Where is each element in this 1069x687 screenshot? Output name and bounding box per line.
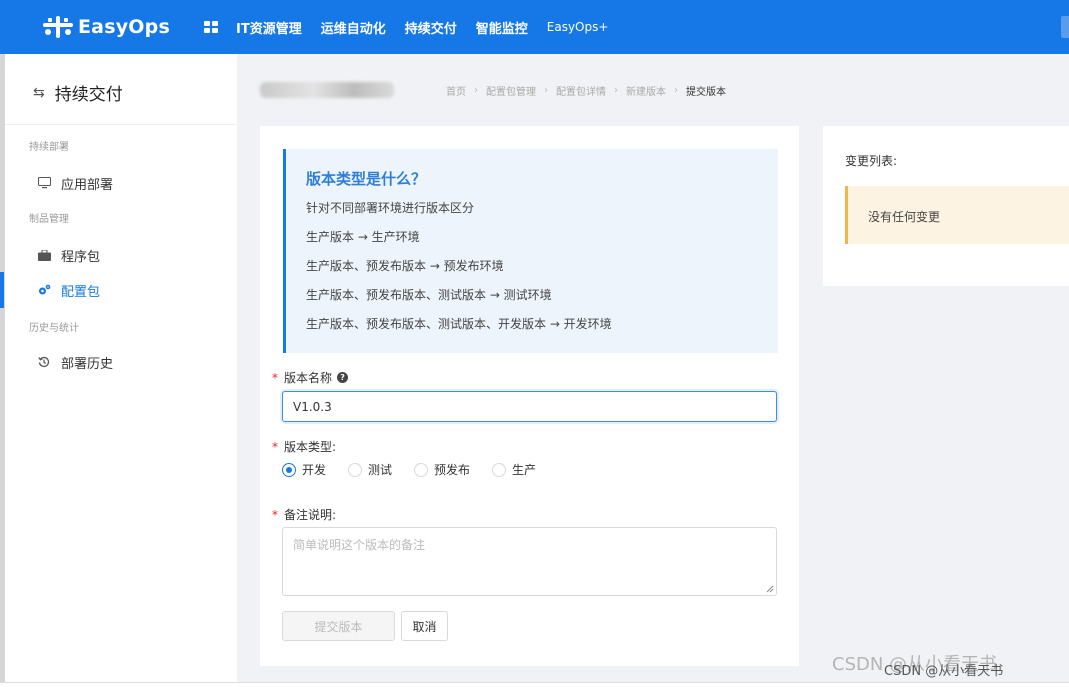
breadcrumb-separator: › — [474, 85, 478, 96]
switch-icon: ⇆ — [33, 84, 45, 101]
submit-version-button[interactable]: 提交版本 — [282, 611, 395, 641]
sidebar-item-app-deploy[interactable]: 应用部署 — [5, 165, 237, 201]
top-right-handle[interactable] — [1061, 16, 1069, 38]
version-name-label: * 版本名称 ? — [272, 369, 349, 386]
version-type-info-box: 版本类型是什么？ 针对不同部署环境进行版本区分 生产版本 → 生产环境 生产版本… — [283, 149, 778, 353]
info-line: 生产版本、预发布版本、测试版本、开发版本 → 开发环境 — [306, 317, 612, 331]
radio-label: 测试 — [368, 463, 393, 477]
logo[interactable]: EasyOps — [40, 14, 170, 40]
sidebar-item-label: 应用部署 — [61, 177, 114, 193]
required-mark: * — [272, 507, 278, 522]
sidebar-group-artifacts: 制品管理 — [29, 214, 69, 225]
sidebar-title: 持续交付 — [54, 85, 123, 105]
sidebar-item-deploy-history[interactable]: 部署历史 — [5, 344, 237, 380]
version-name-input[interactable] — [282, 391, 777, 422]
sidebar-item-config-package[interactable]: 配置包 — [0, 272, 237, 308]
sidebar-item-program-package[interactable]: 程序包 — [5, 237, 237, 273]
sidebar-header[interactable]: ⇆ 持续交付 — [33, 80, 123, 106]
bottom-border — [0, 682, 1069, 687]
radio-label: 开发 — [302, 463, 327, 477]
sidebar-group-deploy: 持续部署 — [29, 142, 69, 153]
info-line: 生产版本、预发布版本 → 预发布环境 — [306, 259, 504, 273]
radio-dot-icon — [348, 462, 363, 477]
version-type-radio-group: 开发 测试 预发布 生产 — [282, 461, 558, 478]
nav-item-easyops-plus[interactable]: EasyOps+ — [547, 20, 609, 34]
change-list-card: 变更列表: 没有任何变更 — [823, 126, 1069, 286]
info-title: 版本类型是什么？ — [306, 170, 427, 188]
version-form-card: 版本类型是什么？ 针对不同部署环境进行版本区分 生产版本 → 生产环境 生产版本… — [260, 126, 799, 666]
info-line: 生产版本 → 生产环境 — [306, 230, 420, 244]
briefcase-icon — [37, 248, 51, 262]
radio-dev[interactable]: 开发 — [282, 461, 326, 478]
sidebar-item-label: 配置包 — [61, 284, 101, 300]
change-list-title: 变更列表: — [845, 154, 898, 168]
radio-dot-icon — [414, 462, 429, 477]
required-mark: * — [272, 370, 278, 385]
sidebar-item-label: 部署历史 — [61, 356, 114, 372]
breadcrumb-home[interactable]: 首页 — [446, 83, 466, 98]
note-label: * 备注说明: — [272, 506, 336, 523]
breadcrumb: 首页 › 配置包管理 › 配置包详情 › 新建版本 › 提交版本 — [446, 83, 726, 98]
easyops-logo-icon — [40, 14, 76, 40]
logo-text: EasyOps — [78, 16, 170, 38]
nav-item-ops-automation[interactable]: 运维自动化 — [321, 18, 386, 37]
sidebar-group-history: 历史与统计 — [29, 323, 79, 334]
settings-icon — [37, 283, 51, 297]
note-textarea[interactable] — [282, 527, 777, 596]
no-changes-alert: 没有任何变更 — [845, 186, 1069, 244]
breadcrumb-separator: › — [674, 85, 678, 96]
page-title-blurred — [260, 82, 394, 98]
radio-test[interactable]: 测试 — [348, 461, 392, 478]
nav-item-it-resources[interactable]: IT资源管理 — [236, 18, 302, 37]
apps-grid-icon[interactable] — [204, 21, 218, 33]
breadcrumb-new-version[interactable]: 新建版本 — [626, 83, 666, 98]
watermark-small: CSDN @从小看天书 — [884, 664, 1004, 679]
nav-item-monitoring[interactable]: 智能监控 — [476, 18, 528, 37]
radio-dot-icon — [492, 462, 507, 477]
top-nav-menu: IT资源管理 运维自动化 持续交付 智能监控 EasyOps+ — [236, 0, 627, 54]
version-type-label-text: 版本类型: — [284, 440, 337, 454]
top-navbar: EasyOps IT资源管理 运维自动化 持续交付 智能监控 EasyOps+ — [0, 0, 1069, 54]
radio-label: 生产 — [512, 463, 537, 477]
monitor-icon — [37, 176, 51, 190]
radio-dot-icon — [282, 462, 296, 477]
radio-production[interactable]: 生产 — [492, 461, 536, 478]
radio-label: 预发布 — [434, 463, 471, 477]
info-line: 针对不同部署环境进行版本区分 — [306, 201, 475, 215]
sidebar-item-label: 程序包 — [61, 249, 101, 265]
breadcrumb-separator: › — [544, 85, 548, 96]
breadcrumb-current: 提交版本 — [686, 87, 726, 98]
resize-grip-icon[interactable] — [766, 585, 774, 593]
no-changes-text: 没有任何变更 — [868, 210, 941, 224]
sidebar-divider — [5, 124, 237, 125]
breadcrumb-separator: › — [614, 85, 618, 96]
cancel-button[interactable]: 取消 — [401, 611, 448, 641]
help-icon[interactable]: ? — [337, 372, 349, 383]
version-type-label: * 版本类型: — [272, 438, 336, 455]
sidebar: ⇆ 持续交付 持续部署 应用部署 制品管理 程序包 配置包 历史与统计 部署历史 — [0, 54, 237, 687]
required-mark: * — [272, 439, 278, 454]
history-icon — [37, 355, 51, 369]
breadcrumb-config-management[interactable]: 配置包管理 — [486, 83, 536, 98]
nav-item-continuous-delivery[interactable]: 持续交付 — [405, 18, 457, 37]
note-label-text: 备注说明: — [284, 508, 337, 522]
version-name-label-text: 版本名称 — [284, 371, 333, 385]
radio-prerelease[interactable]: 预发布 — [414, 461, 470, 478]
breadcrumb-config-detail[interactable]: 配置包详情 — [556, 83, 606, 98]
info-line: 生产版本、预发布版本、测试版本 → 测试环境 — [306, 288, 552, 302]
